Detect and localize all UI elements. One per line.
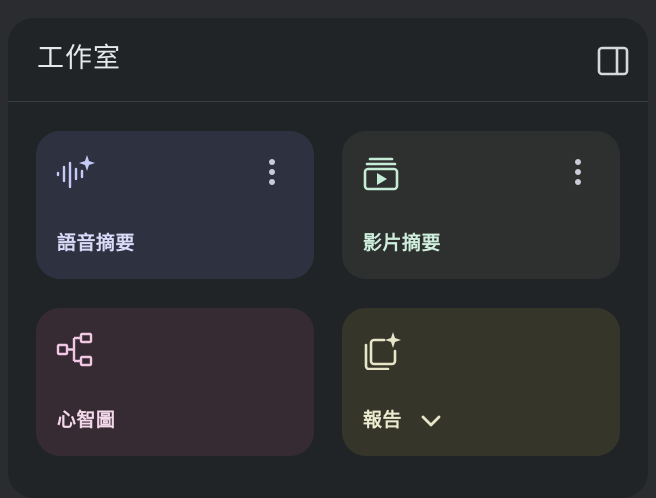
- mind-map-icon: [56, 330, 96, 370]
- report-sparkle-icon: [362, 330, 402, 371]
- mind-map-card[interactable]: 心智圖: [36, 308, 314, 456]
- panel-header: 工作室: [8, 18, 648, 102]
- chevron-down-icon[interactable]: [418, 408, 444, 434]
- side-panel-icon[interactable]: [596, 44, 630, 78]
- more-options-icon[interactable]: [564, 155, 592, 191]
- video-overview-label: 影片摘要: [363, 232, 442, 254]
- studio-panel: 工作室 語音摘要 影片摘要 心智圖 報告: [8, 18, 648, 498]
- report-card[interactable]: 報告: [342, 308, 620, 456]
- mind-map-label: 心智圖: [57, 409, 116, 431]
- audio-overview-card[interactable]: 語音摘要: [36, 131, 314, 279]
- audio-sparkle-icon: [56, 153, 96, 193]
- report-label: 報告: [363, 409, 403, 431]
- audio-overview-label: 語音摘要: [57, 232, 136, 254]
- video-collection-icon: [362, 153, 402, 193]
- panel-title: 工作室: [37, 43, 121, 74]
- video-overview-card[interactable]: 影片摘要: [342, 131, 620, 279]
- more-options-icon[interactable]: [258, 155, 286, 191]
